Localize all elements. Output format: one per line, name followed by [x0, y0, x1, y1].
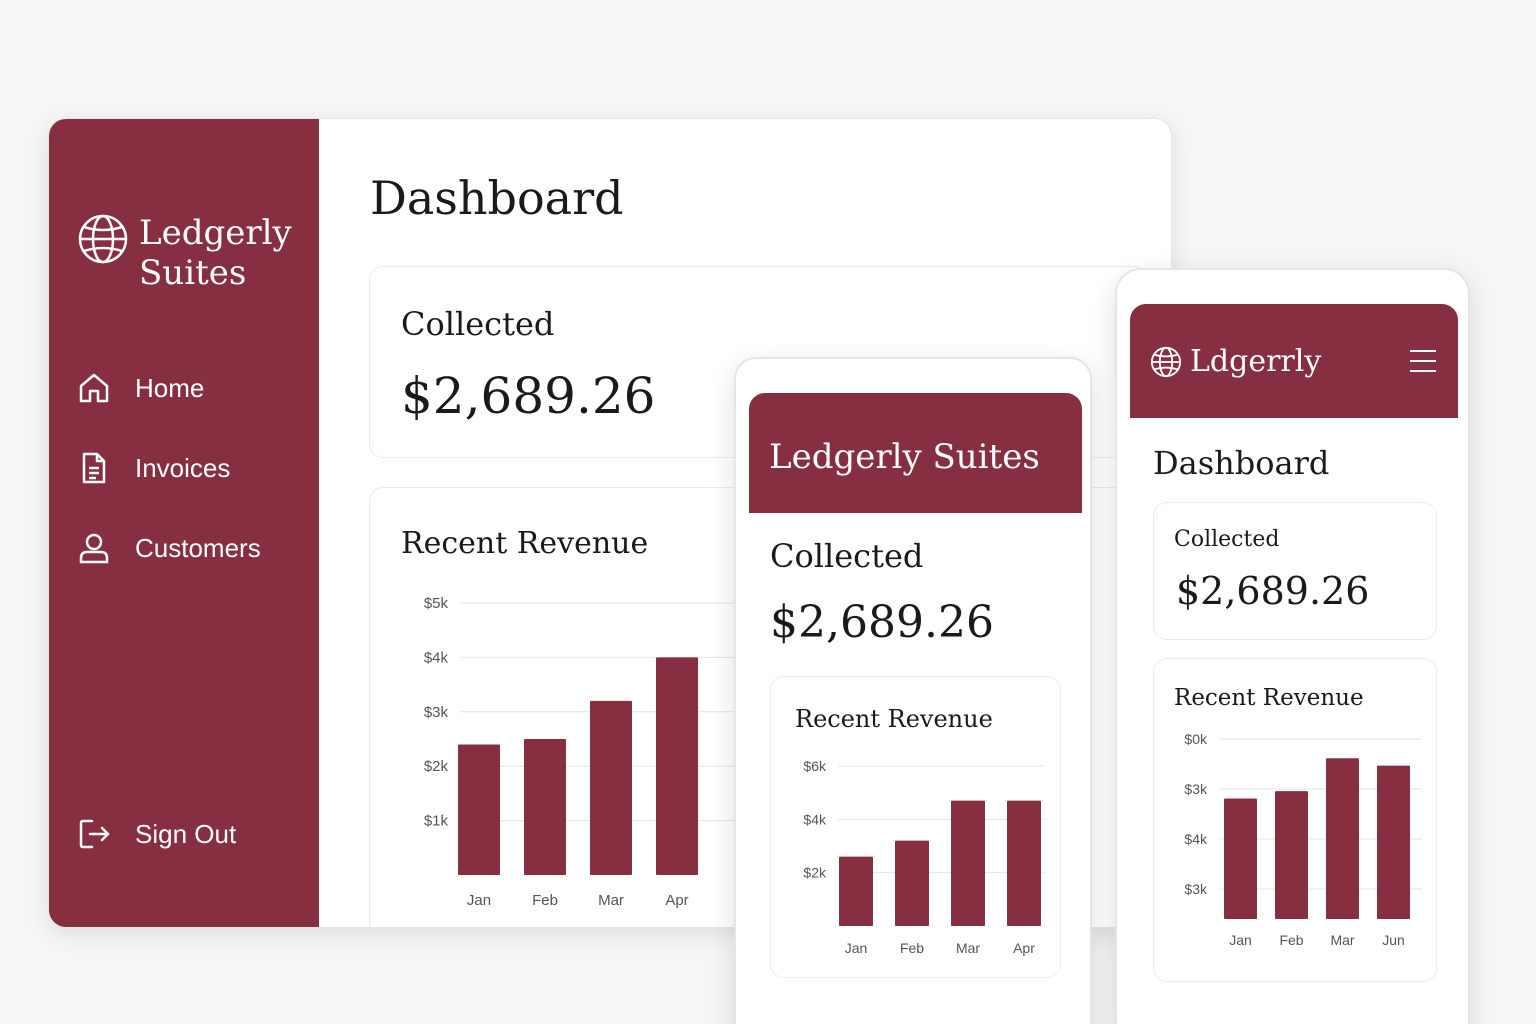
phone-revenue-card: Recent Revenue $0k $3k $4k $3k Jan Feb Mar Jun	[1153, 658, 1437, 982]
bar	[656, 657, 698, 875]
tablet-revenue-title: Recent Revenue	[795, 705, 993, 733]
phone-brand[interactable]: Ldgerrly	[1150, 344, 1321, 379]
phone-brand-name: Ldgerrly	[1190, 344, 1322, 379]
page-title: Dashboard	[370, 171, 624, 225]
y-tick-label: $2k	[803, 865, 827, 881]
phone-frame: Ldgerrly Dashboard Collected $2,689.26 R…	[1115, 268, 1470, 1024]
phone-collected-label: Collected	[1174, 527, 1280, 552]
y-tick-label: $5k	[424, 595, 449, 612]
bar	[524, 739, 566, 875]
y-tick-label: $3k	[1184, 881, 1208, 897]
nav-item-invoices[interactable]: Invoices	[77, 451, 230, 485]
phone-revenue-chart: $0k $3k $4k $3k Jan Feb Mar Jun	[1184, 731, 1422, 948]
sidebar: Ledgerly Suites Home Invoices Customers	[49, 119, 319, 927]
y-tick-label: $4k	[1184, 831, 1208, 847]
collected-label: Collected	[401, 305, 555, 343]
tablet-brand[interactable]: Ledgerly Suites	[769, 437, 1040, 477]
x-tick-label: Apr	[1013, 940, 1035, 956]
hamburger-menu-icon[interactable]	[1410, 350, 1436, 372]
home-icon	[79, 373, 109, 403]
globe-icon	[1150, 346, 1182, 377]
nav-label-home: Home	[135, 372, 205, 403]
tablet-header: Ledgerly Suites	[749, 393, 1082, 513]
globe-icon	[78, 214, 128, 264]
sign-out-icon	[79, 819, 110, 849]
x-tick-label: Mar	[1330, 932, 1354, 948]
bar	[1377, 765, 1410, 919]
nav-item-home[interactable]: Home	[77, 371, 204, 405]
y-tick-label: $3k	[424, 704, 449, 721]
bar	[1224, 798, 1257, 919]
tablet-revenue-card: Recent Revenue $2k $4k $6k Jan Feb Mar Apr	[770, 676, 1061, 978]
bar	[1326, 758, 1359, 919]
bar	[458, 744, 500, 875]
x-tick-label: Apr	[665, 892, 688, 909]
user-icon	[79, 533, 109, 564]
bar	[1007, 800, 1041, 926]
nav-item-customers[interactable]: Customers	[77, 531, 261, 565]
bar	[590, 700, 632, 875]
x-tick-label: Mar	[598, 892, 624, 909]
x-tick-label: Jan	[845, 940, 868, 956]
x-tick-label: Feb	[1279, 932, 1303, 948]
collected-amount: $2,689.26	[401, 367, 656, 425]
phone-header: Ldgerrly	[1130, 304, 1458, 418]
sign-out-label: Sign Out	[135, 818, 237, 849]
y-tick-label: $3k	[1184, 781, 1208, 797]
brand-name: Ledgerly Suites	[139, 213, 292, 293]
brand[interactable]: Ledgerly Suites	[77, 213, 292, 293]
bar	[1275, 791, 1308, 919]
sign-out-button[interactable]: Sign Out	[77, 817, 236, 851]
y-tick-label: $0k	[1184, 731, 1208, 747]
y-tick-label: $6k	[803, 758, 827, 774]
bar	[895, 840, 929, 926]
bar	[839, 856, 873, 926]
y-tick-label: $2k	[424, 758, 449, 775]
phone-collected-amount: $2,689.26	[1176, 569, 1370, 613]
bar	[951, 800, 985, 926]
tablet-collected-amount: $2,689.26	[770, 597, 994, 648]
tablet-frame: Ledgerly Suites Collected $2,689.26 Rece…	[734, 357, 1092, 1024]
nav-label-customers: Customers	[135, 532, 261, 563]
y-tick-label: $4k	[424, 649, 449, 666]
x-tick-label: Jan	[1229, 932, 1252, 948]
x-tick-label: Feb	[900, 940, 924, 956]
phone-page-title: Dashboard	[1153, 444, 1330, 482]
y-tick-label: $4k	[803, 811, 827, 827]
phone-revenue-title: Recent Revenue	[1174, 685, 1364, 711]
nav-label-invoices: Invoices	[135, 452, 231, 483]
x-tick-label: Jun	[1382, 932, 1405, 948]
x-tick-label: Jan	[467, 892, 491, 909]
tablet-revenue-chart: $2k $4k $6k Jan Feb Mar Apr	[803, 758, 1045, 956]
x-tick-label: Mar	[956, 940, 980, 956]
y-tick-label: $1k	[424, 813, 449, 830]
phone-collected-card: Collected $2,689.26	[1153, 502, 1437, 640]
revenue-title: Recent Revenue	[401, 526, 649, 561]
revenue-chart: $1k $2k $3k $4k $5k Jan Feb Mar Apr	[424, 595, 735, 909]
tablet-collected-label: Collected	[770, 537, 924, 575]
document-icon	[82, 452, 106, 484]
x-tick-label: Feb	[532, 892, 558, 909]
